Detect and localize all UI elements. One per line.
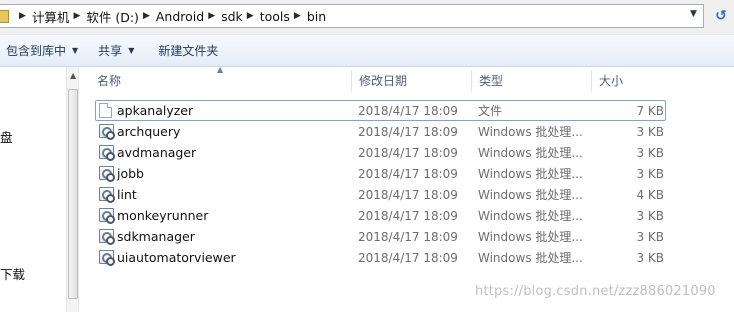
file-name[interactable]: uiautomatorviewer — [117, 247, 236, 268]
file-type: Windows 批处理... — [478, 251, 583, 265]
file-row[interactable]: monkeyrunner 2018/4/17 18:09 Windows 批处理… — [79, 205, 734, 226]
chevron-down-icon: ▼ — [72, 46, 79, 55]
chevron-right-icon[interactable]: ▶ — [73, 11, 80, 21]
new-folder-button[interactable]: 新建文件夹 — [152, 39, 224, 63]
share-label: 共享 — [98, 44, 123, 58]
batch-file-icon — [99, 208, 115, 224]
file-icon — [99, 103, 112, 118]
file-type: Windows 批处理... — [478, 230, 583, 244]
file-date: 2018/4/17 18:09 — [358, 208, 458, 223]
column-header-name[interactable]: 名称 — [89, 67, 351, 94]
chevron-right-icon[interactable]: ▶ — [19, 11, 26, 21]
chevron-right-icon[interactable]: ▶ — [247, 11, 254, 21]
file-list: apkanalyzer 2018/4/17 18:09 文件 7 KB arch… — [79, 100, 734, 268]
file-date: 2018/4/17 18:09 — [358, 124, 458, 139]
file-name[interactable]: avdmanager — [117, 142, 196, 163]
chevron-down-icon: ▼ — [128, 46, 135, 55]
column-name-label: 名称 — [97, 74, 122, 88]
share-button[interactable]: 共享 ▼ — [92, 39, 140, 63]
file-type: Windows 批处理... — [478, 167, 583, 181]
file-name[interactable]: apkanalyzer — [117, 100, 193, 121]
file-name[interactable]: monkeyrunner — [117, 205, 208, 226]
file-size: 3 KB — [636, 166, 664, 181]
chevron-right-icon[interactable]: ▶ — [143, 11, 150, 21]
batch-file-icon — [99, 166, 115, 182]
file-date: 2018/4/17 18:09 — [358, 229, 458, 244]
nav-item-downloads[interactable]: 下载 — [0, 264, 25, 283]
file-date: 2018/4/17 18:09 — [358, 103, 458, 118]
navigation-pane: 盘 下载 — [0, 67, 66, 312]
file-name[interactable]: lint — [117, 184, 137, 205]
file-row[interactable]: apkanalyzer 2018/4/17 18:09 文件 7 KB — [79, 100, 734, 121]
batch-file-icon — [99, 229, 115, 245]
folder-icon — [0, 9, 9, 23]
file-name[interactable]: jobb — [117, 163, 144, 184]
include-in-library-label: 包含到库中 — [6, 44, 67, 58]
batch-file-icon — [99, 124, 115, 140]
batch-file-icon — [99, 187, 115, 203]
file-size: 3 KB — [636, 250, 664, 265]
address-bar: ▶ 计算机 ▶ 软件 (D:) ▶ Android ▶ sdk ▶ tools ▶ bin … — [0, 0, 734, 34]
file-size: 7 KB — [636, 103, 664, 118]
column-header-size[interactable]: 大小 — [591, 67, 691, 94]
breadcrumb: ▶ 计算机 ▶ 软件 (D:) ▶ Android ▶ sdk ▶ tools ▶ bin — [0, 5, 326, 27]
breadcrumb-item-tools[interactable]: ▶ tools — [243, 5, 290, 27]
file-date: 2018/4/17 18:09 — [358, 187, 458, 202]
new-folder-label: 新建文件夹 — [158, 44, 219, 58]
file-size: 3 KB — [636, 208, 664, 223]
batch-file-icon — [99, 250, 115, 266]
breadcrumb-item-bin[interactable]: ▶ bin — [290, 5, 326, 27]
scroll-up-icon[interactable]: ▲ — [70, 71, 76, 80]
chevron-right-icon[interactable]: ▶ — [294, 11, 301, 21]
file-name[interactable]: sdkmanager — [117, 226, 195, 247]
scrollbar-thumb[interactable] — [68, 89, 78, 299]
address-field[interactable]: ▶ 计算机 ▶ 软件 (D:) ▶ Android ▶ sdk ▶ tools ▶ bin … — [0, 4, 704, 28]
navigation-scrollbar[interactable]: ▲ — [66, 67, 79, 312]
file-type: Windows 批处理... — [478, 209, 583, 223]
file-row[interactable]: jobb 2018/4/17 18:09 Windows 批处理... 3 KB — [79, 163, 734, 184]
breadcrumb-item-sdk[interactable]: ▶ sdk — [204, 5, 243, 27]
column-header: ▲ 名称 修改日期 类型 大小 — [79, 65, 734, 94]
include-in-library-button[interactable]: 包含到库中 ▼ — [0, 39, 84, 63]
file-date: 2018/4/17 18:09 — [358, 250, 458, 265]
file-row[interactable]: avdmanager 2018/4/17 18:09 Windows 批处理..… — [79, 142, 734, 163]
batch-file-icon — [99, 145, 115, 161]
column-size-label: 大小 — [599, 74, 624, 88]
file-row[interactable]: uiautomatorviewer 2018/4/17 18:09 Window… — [79, 247, 734, 268]
file-date: 2018/4/17 18:09 — [358, 166, 458, 181]
column-header-type[interactable]: 类型 — [471, 67, 591, 94]
file-type: 文件 — [478, 104, 503, 118]
file-size: 3 KB — [636, 229, 664, 244]
column-date-label: 修改日期 — [359, 74, 408, 88]
file-size: 3 KB — [636, 145, 664, 160]
watermark-text: https://blog.csdn.net/zzz886021090 — [475, 284, 716, 299]
file-size: 3 KB — [636, 124, 664, 139]
file-date: 2018/4/17 18:09 — [358, 145, 458, 160]
breadcrumb-item-android[interactable]: ▶ Android — [139, 5, 204, 27]
breadcrumb-item-computer[interactable]: ▶ 计算机 — [15, 5, 69, 27]
file-type: Windows 批处理... — [478, 125, 583, 139]
address-dropdown-icon[interactable]: ▼ — [690, 9, 697, 19]
column-header-date[interactable]: 修改日期 — [351, 67, 471, 94]
refresh-icon[interactable]: ↺ — [710, 6, 732, 26]
file-type: Windows 批处理... — [478, 146, 583, 160]
command-toolbar: 包含到库中 ▼ 共享 ▼ 新建文件夹 — [0, 34, 734, 67]
file-type: Windows 批处理... — [478, 188, 583, 202]
nav-item-disk[interactable]: 盘 — [0, 127, 13, 146]
chevron-right-icon[interactable]: ▶ — [208, 11, 215, 21]
file-row[interactable]: archquery 2018/4/17 18:09 Windows 批处理...… — [79, 121, 734, 142]
file-size: 4 KB — [636, 187, 664, 202]
column-type-label: 类型 — [479, 74, 504, 88]
breadcrumb-item-drive-d[interactable]: ▶ 软件 (D:) — [69, 5, 139, 27]
file-row[interactable]: sdkmanager 2018/4/17 18:09 Windows 批处理..… — [79, 226, 734, 247]
file-name[interactable]: archquery — [117, 121, 180, 142]
file-row[interactable]: lint 2018/4/17 18:09 Windows 批处理... 4 KB — [79, 184, 734, 205]
